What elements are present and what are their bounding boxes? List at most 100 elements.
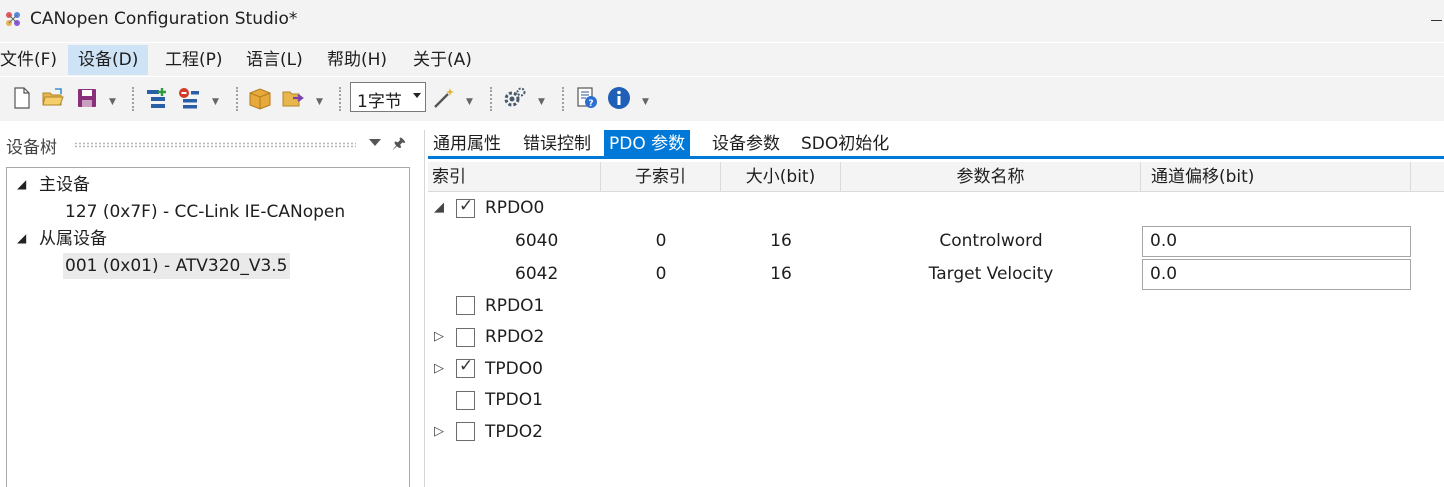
group-row-rpdo1: RPDO1: [428, 290, 1444, 322]
table-row[interactable]: 6042 0 16 Target Velocity 0.0: [428, 258, 1444, 290]
offset-value: 0.0: [1150, 231, 1178, 251]
group-label: TPDO2: [485, 422, 543, 442]
column-index[interactable]: 索引: [428, 162, 601, 192]
rpdo0-checkbox[interactable]: ✓: [456, 196, 475, 218]
expand-icon[interactable]: ▷: [434, 329, 444, 344]
tab-underline: [428, 156, 1444, 159]
magic-wand-icon[interactable]: [432, 86, 456, 110]
group-row-tpdo2: ▷ TPDO2: [428, 416, 1444, 448]
column-offset[interactable]: 通道偏移(bit): [1141, 162, 1411, 192]
export-dropdown-icon[interactable]: ▼: [316, 93, 324, 111]
menu-about[interactable]: 关于(A): [403, 45, 482, 75]
tab-general[interactable]: 通用属性: [428, 130, 506, 158]
menu-device[interactable]: 设备(D): [68, 45, 149, 75]
toolbar-separator: [132, 87, 134, 111]
cell-subindex: 0: [655, 264, 667, 284]
toolbar-separator: [562, 87, 564, 111]
column-subindex[interactable]: 子索引: [601, 162, 721, 192]
group-label: TPDO0: [485, 359, 543, 379]
expand-icon[interactable]: ▷: [434, 361, 444, 376]
window-title: CANopen Configuration Studio*: [30, 9, 298, 29]
collapse-master-icon[interactable]: ◢: [17, 178, 27, 190]
toolbar: ▼ ▼ ▼ 1字节 ▼ ▼ ? ▼: [0, 77, 1444, 121]
offset-input[interactable]: 0.0: [1142, 226, 1411, 257]
tpdo0-checkbox[interactable]: ✓: [456, 356, 475, 378]
group-row-tpdo0: ▷ ✓ TPDO0: [428, 353, 1444, 385]
app-logo-icon: [6, 12, 20, 26]
tab-strip: 通用属性 错误控制 PDO 参数 设备参数 SDO初始化: [428, 128, 1444, 158]
group-label: RPDO1: [485, 296, 545, 316]
content-divider: [424, 130, 425, 487]
new-file-icon[interactable]: [10, 86, 34, 110]
chevron-down-icon: [413, 93, 421, 98]
table-row[interactable]: 6040 0 16 Controlword 0.0: [428, 225, 1444, 257]
panel-menu-icon[interactable]: [369, 139, 381, 146]
cell-size: 16: [770, 264, 792, 284]
collapse-slave-icon[interactable]: ◢: [17, 232, 27, 244]
cell-index: 6042: [515, 264, 559, 284]
menu-language[interactable]: 语言(L): [236, 45, 313, 75]
svg-text:?: ?: [588, 99, 593, 109]
group-label: RPDO2: [485, 327, 545, 347]
menu-file[interactable]: 文件(F): [0, 45, 67, 75]
toolbar-separator: [339, 87, 341, 111]
device-tree: ◢ 主设备 127 (0x7F) - CC-Link IE-CANopen ◢ …: [6, 167, 410, 487]
collapse-icon[interactable]: ◢: [434, 200, 444, 215]
info-icon[interactable]: [607, 86, 631, 110]
help-document-icon[interactable]: ?: [575, 86, 599, 110]
check-icon: ✓: [459, 196, 474, 216]
tree-node-slave[interactable]: 从属设备: [39, 226, 107, 252]
byte-size-select[interactable]: 1字节: [350, 82, 426, 112]
toolbar-separator: [236, 87, 238, 111]
device-dropdown-icon[interactable]: ▼: [212, 93, 220, 111]
cell-subindex: 0: [655, 231, 667, 251]
cell-param-name: Target Velocity: [928, 264, 1054, 284]
offset-value: 0.0: [1150, 264, 1178, 284]
column-param-name[interactable]: 参数名称: [841, 162, 1141, 192]
open-folder-icon[interactable]: [41, 86, 65, 110]
tree-node-master-device[interactable]: 127 (0x7F) - CC-Link IE-CANopen: [65, 199, 345, 225]
remove-device-icon[interactable]: [177, 86, 201, 110]
group-row-rpdo2: ▷ RPDO2: [428, 321, 1444, 353]
group-label: TPDO1: [485, 390, 543, 410]
save-icon[interactable]: [75, 86, 99, 110]
expand-icon[interactable]: ▷: [434, 424, 444, 439]
tpdo1-checkbox[interactable]: [456, 391, 475, 410]
byte-size-value: 1字节: [357, 92, 402, 112]
menu-help[interactable]: 帮助(H): [317, 45, 397, 75]
toolbar-separator: [490, 87, 492, 111]
minimize-button[interactable]: [1431, 20, 1442, 21]
settings-icon[interactable]: [503, 86, 527, 110]
tab-pdo-params[interactable]: PDO 参数: [604, 130, 691, 158]
column-size[interactable]: 大小(bit): [721, 162, 841, 192]
save-dropdown-icon[interactable]: ▼: [109, 93, 117, 111]
settings-dropdown-icon[interactable]: ▼: [538, 93, 546, 111]
tree-node-slave-device[interactable]: 001 (0x01) - ATV320_V3.5: [63, 253, 290, 279]
offset-input[interactable]: 0.0: [1142, 259, 1411, 290]
tree-node-master[interactable]: 主设备: [39, 172, 90, 198]
add-device-icon[interactable]: [145, 86, 169, 110]
cell-index: 6040: [515, 231, 559, 251]
group-label: RPDO0: [485, 198, 545, 218]
menu-bar: 文件(F) 设备(D) 工程(P) 语言(L) 帮助(H) 关于(A): [0, 43, 1444, 76]
tpdo2-checkbox[interactable]: [456, 422, 475, 441]
group-row-tpdo1: TPDO1: [428, 384, 1444, 416]
package-icon[interactable]: [248, 86, 272, 110]
group-row-rpdo0: ◢ ✓ RPDO0: [428, 192, 1444, 224]
tab-sdo-init[interactable]: SDO初始化: [796, 130, 894, 158]
wand-dropdown-icon[interactable]: ▼: [466, 93, 474, 111]
tab-device-params[interactable]: 设备参数: [707, 130, 785, 158]
pin-icon[interactable]: 🖈︎: [392, 133, 406, 158]
device-tree-header: 设备树 🖈︎: [0, 129, 414, 161]
rpdo1-checkbox[interactable]: [456, 296, 475, 315]
panel-grip[interactable]: [74, 142, 356, 148]
device-tree-title: 设备树: [6, 138, 57, 158]
info-dropdown-icon[interactable]: ▼: [642, 93, 650, 111]
cell-param-name: Controlword: [939, 231, 1043, 251]
rpdo2-checkbox[interactable]: [456, 328, 475, 347]
title-bar: CANopen Configuration Studio*: [0, 0, 1444, 42]
menu-project[interactable]: 工程(P): [155, 45, 233, 75]
export-icon[interactable]: [281, 86, 305, 110]
tab-error-control[interactable]: 错误控制: [518, 130, 596, 158]
grid-header: 索引 子索引 大小(bit) 参数名称 通道偏移(bit): [428, 162, 1444, 192]
